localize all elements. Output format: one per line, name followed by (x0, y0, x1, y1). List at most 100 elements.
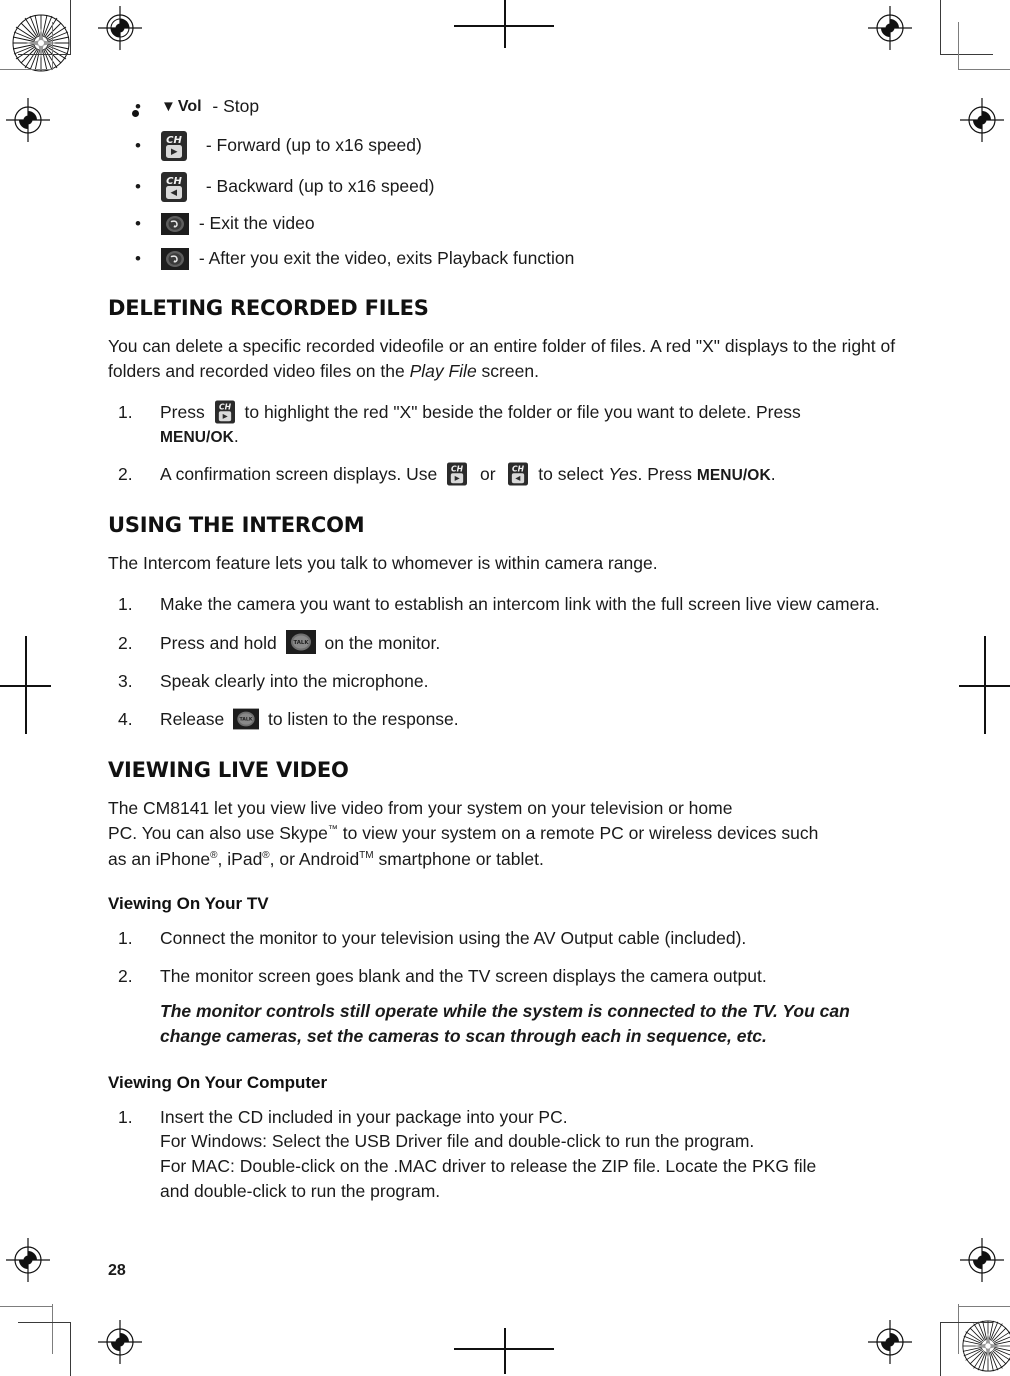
list-item: 1. Press CH to highlight the red "X" bes… (108, 400, 908, 450)
list-item: 1. Insert the CD included in your packag… (108, 1105, 908, 1204)
bullet-text: - Stop (207, 96, 260, 116)
svg-text:CH: CH (166, 135, 182, 146)
registration-crosshair-top-left (98, 6, 142, 50)
step-number: 2. (118, 632, 133, 653)
bullet-text: - Forward (up to x16 speed) (201, 134, 422, 155)
step-text: Connect the monitor to your television u… (160, 928, 747, 949)
crop-mark-bottom-left (0, 1304, 80, 1376)
ch-backward-key-icon: CH (508, 462, 529, 486)
computer-step-line4: and double-click to run the program. (160, 1181, 441, 1202)
menu-ok-button-label: MENU/OK (160, 429, 234, 447)
registration-crosshair-lower-right (960, 1238, 1004, 1282)
step-text-conjunction: or (479, 464, 496, 485)
deleting-steps-list: 1. Press CH to highlight the red "X" bes… (108, 400, 908, 488)
live-video-line-c-part4: smartphone or tablet. (373, 848, 544, 869)
bullet-marker: • (135, 249, 141, 269)
step-text: Insert the CD included in your package i… (160, 1105, 908, 1204)
live-video-line-c-part2: , iPad (217, 848, 263, 869)
computer-step-line3: For MAC: Double-click on the .MAC driver… (160, 1156, 817, 1177)
step-number: 2. (118, 966, 133, 987)
list-item: 3. Speak clearly into the microphone. (108, 669, 908, 694)
talk-key-icon: TALK (285, 630, 316, 655)
ch-backward-key-icon: CH (161, 171, 187, 202)
svg-text:CH: CH (166, 176, 182, 187)
step-text: Press and hold TALK on the monitor. (160, 630, 908, 656)
bullet-marker: • (135, 97, 141, 117)
step-number: 3. (118, 670, 133, 691)
step-text: Release TALK to listen to the response. (160, 707, 908, 732)
edge-cross-left (0, 630, 55, 740)
registration-crosshair-upper-right (960, 98, 1004, 142)
ch-forward-key-icon: CH (214, 400, 235, 424)
live-video-paragraph: The CM8141 let you view live video from … (108, 796, 908, 873)
list-item: 2. A confirmation screen displays. Use C… (108, 462, 908, 487)
playback-controls-bullet-list: • ▼ Vol - Stop • CH - Forward (up to x16… (108, 96, 908, 270)
step-text-pre: Release (160, 708, 225, 729)
step-text: Speak clearly into the microphone. (160, 670, 429, 691)
section-heading-deleting-recorded-files: DELETING RECORDED FILES (108, 295, 429, 320)
bullet-marker: • (135, 136, 141, 156)
live-video-line-a: The CM8141 let you view live video from … (108, 797, 733, 818)
tv-note-line1: The monitor controls still operate while… (160, 1000, 850, 1021)
list-item: • - Exit the video (108, 212, 908, 235)
tv-steps-list: 1. Connect the monitor to your televisio… (108, 926, 908, 989)
step-text-mid: to select (538, 464, 609, 485)
trademark-symbol: ™ (327, 824, 338, 836)
page-number: 28 (108, 1262, 126, 1279)
step-text-post: . (233, 426, 239, 447)
list-item: • CH - Forward (up to x16 speed) (108, 130, 908, 161)
bullet-text: - After you exit the video, exits Playba… (194, 247, 575, 268)
list-item: 1. Connect the monitor to your televisio… (108, 926, 908, 951)
exit-key-icon (161, 212, 189, 235)
manual-page: • ▼ Vol - Stop • CH - Forward (up to x16… (0, 0, 1010, 1376)
play-file-italic: Play File (409, 360, 477, 381)
step-text: The monitor screen goes blank and the TV… (160, 966, 767, 987)
registration-crosshair-bottom-right (868, 1320, 912, 1364)
step-number: 1. (118, 401, 133, 422)
step-text: Make the camera you want to establish an… (160, 594, 880, 615)
crop-mark-top-left (0, 0, 80, 72)
step-number: 1. (118, 928, 133, 949)
crop-mark-bottom-right (930, 1304, 1010, 1376)
svg-text:CH: CH (451, 465, 464, 474)
bullet-marker: • (135, 214, 141, 234)
edge-cross-right (955, 630, 1010, 740)
live-video-line-c-part1: as an iPhone (108, 848, 211, 869)
step-text-mid: to highlight the red "X" beside the fold… (244, 401, 801, 422)
talk-key-icon: TALK (233, 708, 260, 730)
step-text-post: to listen to the response. (267, 708, 459, 729)
edge-cross-top (440, 0, 560, 50)
step-text-post: . (770, 464, 776, 485)
ch-forward-key-icon: CH (161, 130, 187, 161)
svg-text:CH: CH (512, 465, 525, 474)
svg-text:TALK: TALK (240, 717, 253, 723)
registration-crosshair-upper-left (6, 98, 50, 142)
list-item: 4. Release TALK to listen to the respons… (108, 707, 908, 732)
step-number: 2. (118, 464, 133, 485)
live-video-line-c-part3: , or Android (269, 848, 360, 869)
edge-cross-bottom (440, 1328, 560, 1376)
live-video-line-b-part1: PC. You can also use Skype (108, 823, 328, 844)
bullet-marker: • (135, 177, 141, 197)
bullet-text: - Backward (up to x16 speed) (201, 175, 435, 196)
computer-step-line2: For Windows: Select the USB Driver file … (160, 1131, 755, 1152)
registered-symbol: ® (262, 849, 270, 861)
computer-step-line1: Insert the CD included in your package i… (160, 1106, 568, 1127)
yes-italic-label: Yes (608, 464, 638, 485)
tv-note-text: The monitor controls still operate while… (160, 999, 850, 1049)
step-text-mid2: . Press (637, 464, 697, 485)
step-number: 1. (118, 594, 133, 615)
step-text-pre: Press (160, 401, 205, 422)
computer-steps-list: 1. Insert the CD included in your packag… (108, 1105, 908, 1204)
step-number: 4. (118, 708, 133, 729)
svg-text:TALK: TALK (293, 640, 309, 646)
step-text-post: on the monitor. (324, 633, 441, 654)
vol-down-triangle-icon: ▼ (161, 97, 176, 115)
step-text-pre: A confirmation screen displays. Use (160, 464, 438, 485)
deleting-intro-paragraph: You can delete a specific recorded video… (108, 334, 908, 384)
registered-symbol: ® (210, 849, 218, 861)
list-item: 2. The monitor screen goes blank and the… (108, 964, 908, 989)
section-heading-using-the-intercom: USING THE INTERCOM (108, 513, 365, 538)
live-video-line-b-part2: to view your system on a remote PC or wi… (337, 823, 819, 844)
tv-note-line2: change cameras, set the cameras to scan … (160, 1025, 767, 1046)
